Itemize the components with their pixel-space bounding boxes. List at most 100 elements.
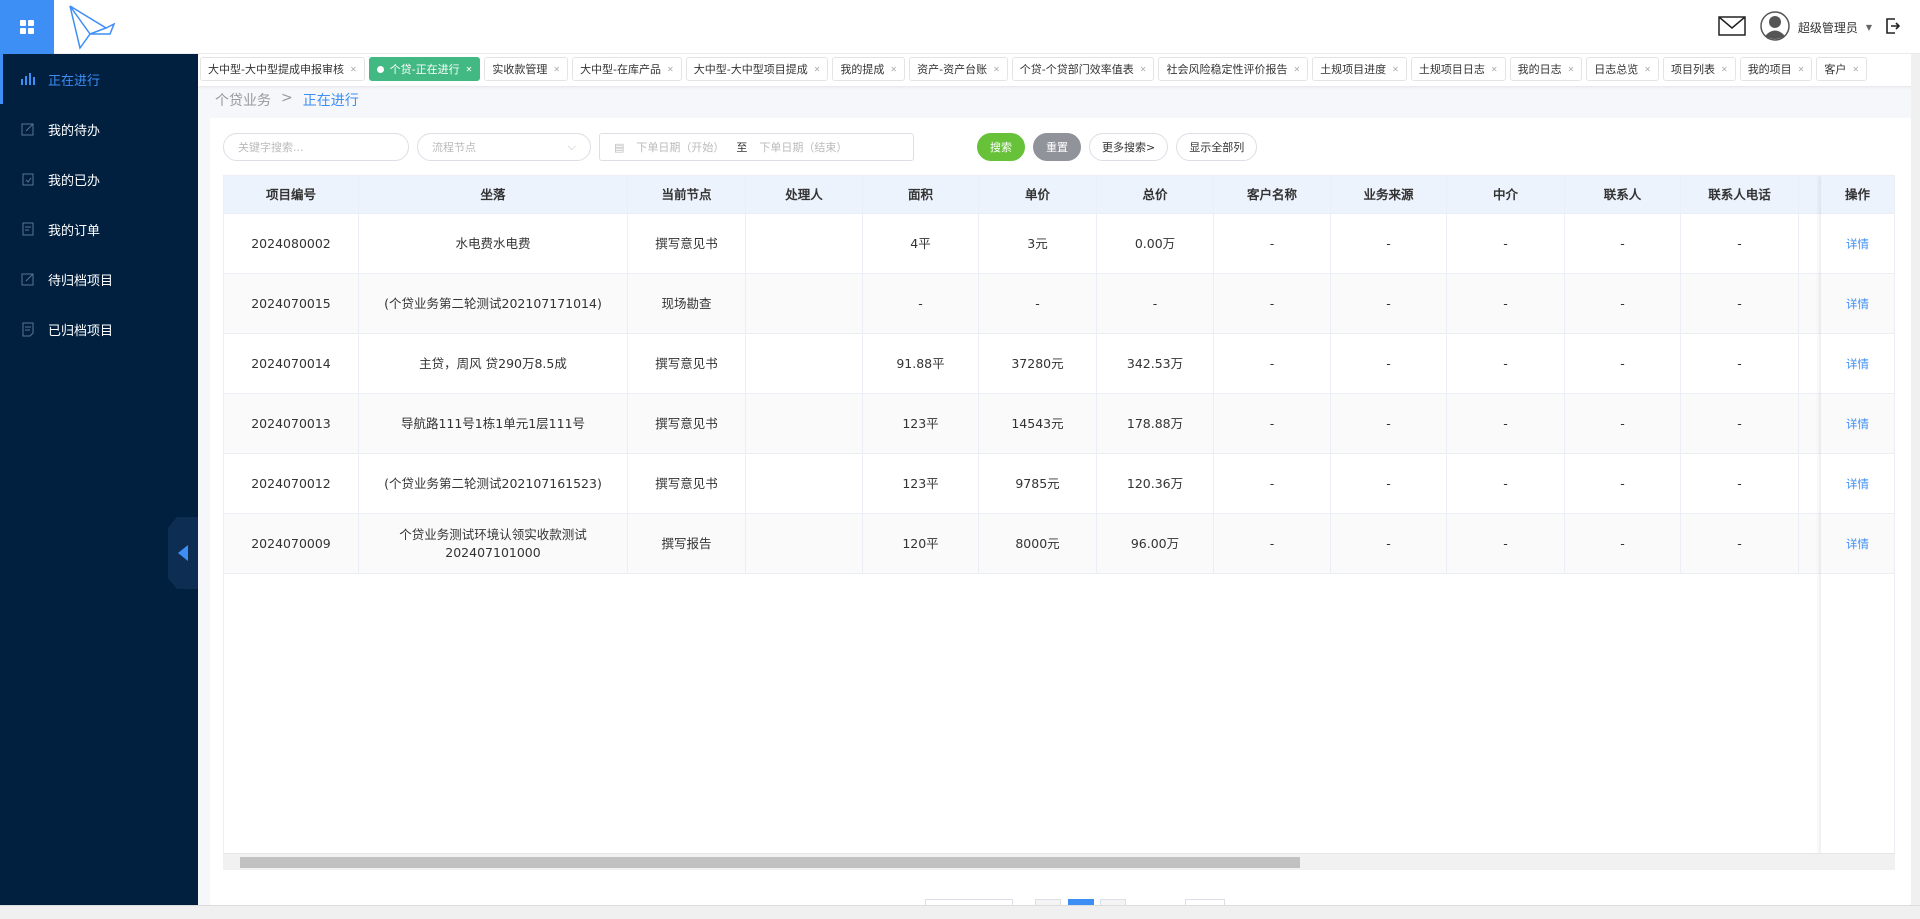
cell-text: - [1269, 415, 1275, 431]
tab-item[interactable]: 大中型-大中型提成申报审核 ✕ [200, 57, 365, 81]
breadcrumb-parent[interactable]: 个贷业务 [215, 90, 271, 110]
sidebar-item-2[interactable]: 我的已办 [0, 154, 198, 204]
cell-text: - [1035, 295, 1040, 311]
tab-item[interactable]: 个贷-正在进行 ✕ [368, 57, 481, 81]
tab-item[interactable]: 项目列表 ✕ [1662, 57, 1736, 81]
cell-text: 96.00万 [1130, 535, 1180, 551]
table-cell: 2024070015 [224, 274, 359, 333]
close-icon[interactable]: ✕ [993, 65, 1000, 74]
table-cell: (个贷业务第二轮测试202107161523) [359, 454, 628, 513]
close-icon[interactable]: ✕ [1721, 65, 1728, 74]
cell-text: 联系人 [1603, 186, 1642, 202]
tab-item[interactable]: 大中型-在库产品 ✕ [572, 57, 682, 81]
order-date-range[interactable]: ▤ 下单日期（开始） 至 下单日期（结束） [599, 133, 914, 161]
avatar-icon [1760, 10, 1790, 44]
scrollbar-thumb[interactable] [240, 857, 1300, 868]
detail-link[interactable]: 详情 [1846, 415, 1869, 433]
cell-text: (个贷业务第二轮测试202107171014) [384, 295, 602, 311]
sidebar-item-4[interactable]: 待归档项目 [0, 254, 198, 304]
tab-label: 我的项目 [1747, 63, 1792, 76]
detail-link[interactable]: 详情 [1846, 535, 1869, 553]
table-cell: 坐落 [359, 176, 628, 213]
detail-link[interactable]: 详情 [1846, 295, 1869, 313]
table-cell: - [1331, 514, 1447, 573]
table-cell: - [1565, 454, 1681, 513]
tab-item[interactable]: 我的项目 ✕ [1739, 57, 1813, 81]
cell-text: 2024070009 [251, 535, 331, 551]
close-icon[interactable]: ✕ [466, 65, 473, 74]
cell-text: - [1737, 415, 1742, 431]
close-icon[interactable]: ✕ [553, 65, 560, 74]
close-icon[interactable]: ✕ [1140, 65, 1147, 74]
close-icon[interactable]: ✕ [350, 65, 357, 74]
cell-text: 主贷，周风 贷290万8.5成 [419, 355, 567, 371]
tab-item[interactable]: 土规项目进度 ✕ [1312, 57, 1407, 81]
cell-text: 120平 [902, 535, 939, 551]
sidebar-item-5[interactable]: 已归档项目 [0, 304, 198, 354]
table-cell: 操作 [1821, 176, 1894, 213]
mail-icon[interactable] [1718, 15, 1746, 39]
tab-item[interactable]: 社会风险稳定性评价报告 ✕ [1158, 57, 1309, 81]
cell-text: - [1269, 295, 1275, 311]
table-cell: 2024080002 [224, 214, 359, 273]
tab-item[interactable]: 客户 ✕ [1816, 57, 1868, 81]
table-cell: - [1214, 214, 1331, 273]
apps-grid-icon[interactable] [0, 0, 54, 54]
close-icon[interactable]: ✕ [1392, 65, 1399, 74]
keyword-search-input[interactable]: 关键字搜索... [223, 133, 409, 161]
cell-text: - [1386, 235, 1391, 251]
horizontal-scrollbar[interactable] [223, 853, 1895, 870]
bar-chart-icon [21, 73, 35, 85]
more-search-button[interactable]: 更多搜索> [1089, 133, 1169, 161]
close-icon[interactable]: ✕ [814, 65, 821, 74]
logout-icon[interactable] [1886, 17, 1901, 37]
sidebar-item-3[interactable]: 我的订单 [0, 204, 198, 254]
process-node-select[interactable]: 流程节点 ⌵ [417, 133, 591, 161]
close-icon[interactable]: ✕ [1644, 65, 1651, 74]
close-icon[interactable]: ✕ [890, 65, 897, 74]
breadcrumb-separator: > [281, 90, 293, 106]
close-icon[interactable]: ✕ [1568, 65, 1575, 74]
tab-item[interactable]: 个贷-个贷部门效率值表 ✕ [1011, 57, 1155, 81]
close-icon[interactable]: ✕ [667, 65, 674, 74]
tab-label: 社会风险稳定性评价报告 [1166, 63, 1288, 76]
table-cell: 中介 [1447, 176, 1565, 213]
cell-text: 联系人电话 [1708, 186, 1771, 202]
tab-item[interactable]: 大中型-大中型项目提成 ✕ [685, 57, 829, 81]
vertical-scrollbar[interactable] [1911, 54, 1920, 905]
ops-row: 详情 [1821, 454, 1894, 514]
close-icon[interactable]: ✕ [1293, 65, 1300, 74]
sidebar-item-1[interactable]: 我的待办 [0, 104, 198, 154]
cell-text: - [1620, 295, 1625, 311]
detail-link[interactable]: 详情 [1846, 235, 1869, 253]
cell-text: 个贷业务测试环境认领实收款测试202407101000 [399, 526, 587, 560]
ops-row: 详情 [1821, 214, 1894, 274]
cell-text: - [1503, 235, 1508, 251]
close-icon[interactable]: ✕ [1491, 65, 1498, 74]
show-all-columns-button[interactable]: 显示全部列 [1176, 133, 1258, 161]
close-icon[interactable]: ✕ [1852, 65, 1859, 74]
table-row: 2024070014 主贷，周风 贷290万8.5成 撰写意见书 91.88平 3728… [224, 334, 1894, 394]
tab-item[interactable]: 资产-资产台账 ✕ [909, 57, 1008, 81]
detail-link[interactable]: 详情 [1846, 475, 1869, 493]
cell-text: 4平 [910, 235, 931, 251]
cell-text: 342.53万 [1126, 355, 1184, 371]
cell-text: 2024070015 [251, 295, 331, 311]
cell-text: 中介 [1492, 186, 1518, 202]
tab-item[interactable]: 我的提成 ✕ [832, 57, 906, 81]
tab-item[interactable]: 土规项目日志 ✕ [1410, 57, 1506, 81]
table-cell: 342.53万 [1097, 334, 1214, 393]
reset-button[interactable]: 重置 [1033, 133, 1081, 161]
tab-item[interactable]: 日志总览 ✕ [1586, 57, 1659, 81]
search-button[interactable]: 搜索 [977, 133, 1025, 161]
tab-item[interactable]: 实收款管理 ✕ [484, 57, 569, 81]
sidebar-item-0[interactable]: 正在进行 [0, 54, 198, 104]
detail-link[interactable]: 详情 [1846, 355, 1869, 373]
cell-text: - [1386, 415, 1391, 431]
tab-item[interactable]: 我的日志 ✕ [1509, 57, 1583, 81]
sidebar-collapse-toggle[interactable] [168, 517, 198, 589]
close-icon[interactable]: ✕ [1798, 65, 1805, 74]
page-horizontal-scrollbar[interactable] [0, 905, 1920, 919]
user-menu[interactable]: 超级管理员 ▼ [1760, 10, 1872, 44]
cell-text: - [1737, 535, 1742, 551]
